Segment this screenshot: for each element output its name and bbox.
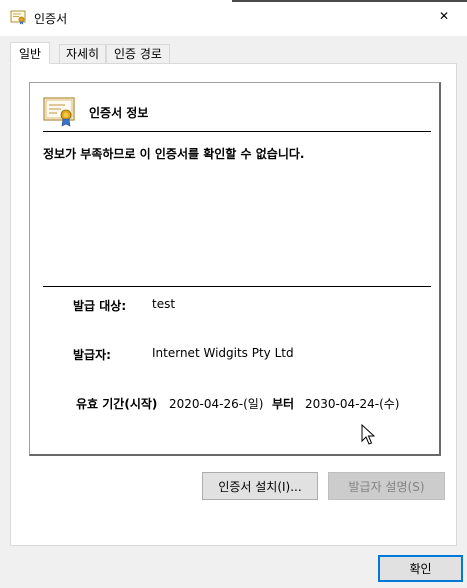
valid-from-label: 유효 기간(시작) (76, 397, 158, 411)
details-divider (43, 286, 431, 287)
issued-by-value: Internet Widgits Pty Ltd (152, 346, 294, 360)
close-button[interactable]: ✕ (421, 0, 467, 32)
close-icon: ✕ (438, 9, 450, 23)
certificate-icon (43, 97, 75, 127)
issued-to-value: test (152, 297, 176, 311)
install-certificate-button[interactable]: 인증서 설치(I)... (202, 472, 318, 500)
valid-from-value: 2020-04-26-(일) (169, 397, 264, 411)
valid-to-value: 2030-04-24-(수) (305, 397, 400, 411)
title-bar: 인증서 ✕ (0, 0, 467, 36)
tab-details[interactable]: 자세히 (59, 44, 106, 64)
tab-certification-path[interactable]: 인증 경로 (106, 44, 170, 64)
issued-by-label: 발급자: (73, 348, 111, 362)
tab-general[interactable]: 일반 (10, 42, 50, 64)
certificate-icon (10, 9, 26, 25)
issuer-statement-button[interactable]: 발급자 설명(S) (328, 472, 445, 500)
window-title: 인증서 (34, 12, 68, 26)
valid-to-label: 부터 (272, 397, 295, 411)
issued-to-label: 발급 대상: (73, 299, 127, 313)
window-edge (232, 0, 467, 2)
certificate-info-heading: 인증서 정보 (89, 106, 149, 120)
certificate-warning: 정보가 부족하므로 이 인증서를 확인할 수 없습니다. (43, 147, 305, 161)
mouse-pointer-icon (361, 423, 376, 446)
ok-button[interactable]: 확인 (378, 555, 463, 582)
heading-divider (43, 131, 431, 132)
